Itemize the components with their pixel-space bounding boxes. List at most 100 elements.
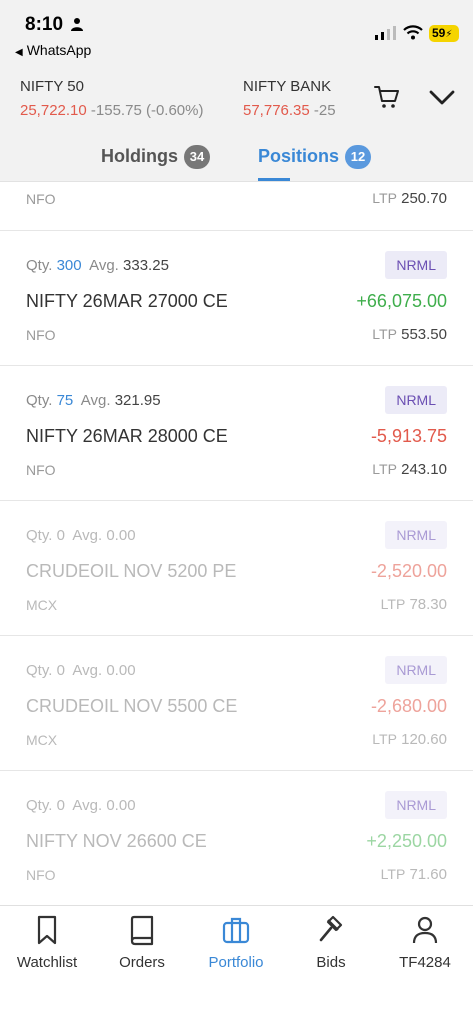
holdings-count-badge: 34	[184, 145, 210, 169]
index-nifty-50[interactable]: NIFTY 50 25,722.10 -155.75 (-0.60%)	[20, 78, 203, 119]
product-badge: NRML	[385, 521, 447, 549]
nav-account[interactable]: TF4284	[378, 914, 472, 971]
index-change: -25	[313, 102, 336, 119]
qty-value: 0	[56, 662, 65, 679]
nav-label: Portfolio	[208, 954, 264, 971]
ltp-value: 243.10	[401, 461, 447, 478]
book-icon	[130, 915, 154, 946]
qty-avg: Qty. 0 Avg. 0.00	[26, 797, 136, 814]
exchange: NFO	[26, 462, 56, 478]
pnl-value: -2,680.00	[370, 696, 447, 716]
list-item[interactable]: Qty. 0 Avg. 0.00 NRML CRUDEOIL NOV 5200 …	[0, 501, 473, 636]
wifi-icon	[403, 25, 423, 40]
nav-bids[interactable]: Bids	[284, 914, 378, 971]
person-icon	[71, 18, 83, 31]
back-app-label: WhatsApp	[26, 42, 92, 58]
avg-value: 0.00	[106, 527, 136, 544]
qty-value: 0	[56, 797, 65, 814]
index-name: NIFTY 50	[20, 78, 84, 95]
bookmark-icon	[37, 915, 57, 945]
pnl-value: -5,913.75	[370, 426, 447, 446]
tab-holdings[interactable]: Holdings 34	[101, 145, 210, 169]
avg-value: 321.95	[114, 392, 161, 409]
list-item[interactable]: Qty. 0 Avg. 0.00 NRML NIFTY NOV 26600 CE…	[0, 771, 473, 905]
ltp: LTP 250.70	[372, 190, 447, 207]
product-badge: NRML	[385, 251, 447, 279]
ltp: LTP 553.50	[372, 326, 447, 343]
instrument-symbol: CRUDEOIL NOV 5200 PE	[26, 561, 237, 581]
nav-orders[interactable]: Orders	[95, 914, 189, 971]
list-item[interactable]: NFO LTP 250.70	[0, 183, 473, 231]
positions-count-badge: 12	[345, 145, 372, 169]
qty-value: 0	[56, 527, 65, 544]
battery-icon: 59⚡	[429, 25, 459, 42]
qty-avg: Qty. 0 Avg. 0.00	[26, 662, 136, 679]
ltp-value: 71.60	[409, 866, 447, 883]
nav-label: Watchlist	[16, 954, 78, 971]
ltp: LTP 243.10	[372, 461, 447, 478]
tab-positions[interactable]: Positions 12	[258, 145, 372, 169]
instrument-symbol: NIFTY NOV 26600 CE	[26, 831, 207, 851]
nav-label: Orders	[119, 954, 165, 971]
ltp-label: LTP	[372, 190, 397, 206]
battery-level: 59	[432, 26, 446, 40]
instrument-symbol: NIFTY 26MAR 28000 CE	[26, 426, 228, 446]
pnl-value: -2,520.00	[370, 561, 447, 581]
list-item[interactable]: Qty. 0 Avg. 0.00 NRML CRUDEOIL NOV 5500 …	[0, 636, 473, 771]
cart-icon[interactable]	[373, 83, 401, 111]
user-icon	[412, 916, 438, 944]
ltp-value: 120.60	[401, 731, 447, 748]
qty-avg: Qty. 300 Avg. 333.25	[26, 257, 169, 274]
nav-watchlist[interactable]: Watchlist	[0, 914, 94, 971]
positions-list[interactable]: NFO LTP 250.70 Qty. 300 Avg. 333.25 NRML…	[0, 183, 473, 905]
active-tab-indicator	[258, 178, 290, 181]
exchange: MCX	[26, 732, 58, 748]
ltp-value: 78.30	[409, 596, 447, 613]
exchange: NFO	[26, 191, 56, 207]
exchange: NFO	[26, 867, 56, 883]
index-value: 25,722.10	[20, 102, 87, 119]
qty-avg: Qty. 0 Avg. 0.00	[26, 527, 136, 544]
back-arrow-icon: ◀	[15, 47, 23, 58]
index-change: -155.75 (-0.60%)	[90, 102, 204, 119]
avg-value: 0.00	[106, 662, 136, 679]
ltp: LTP 78.30	[380, 596, 447, 613]
clock: 8:10	[25, 14, 64, 35]
qty-avg: Qty. 75 Avg. 321.95	[26, 392, 161, 409]
nav-label: Bids	[316, 954, 346, 971]
list-item[interactable]: Qty. 75 Avg. 321.95 NRML NIFTY 26MAR 280…	[0, 366, 473, 501]
list-item[interactable]: Qty. 300 Avg. 333.25 NRML NIFTY 26MAR 27…	[0, 231, 473, 366]
portfolio-tabs: Holdings 34 Positions 12	[0, 128, 473, 182]
ltp: LTP 120.60	[372, 731, 447, 748]
briefcase-icon	[222, 917, 250, 944]
pnl-value: +66,075.00	[356, 291, 447, 311]
qty-value: 300	[56, 257, 82, 274]
gavel-icon	[319, 915, 343, 942]
index-value: 57,776.35	[243, 102, 310, 119]
ltp-value: 250.70	[401, 190, 447, 207]
bottom-navigation: Watchlist Orders Portfolio Bids TF4284	[0, 905, 473, 1024]
product-badge: NRML	[385, 386, 447, 414]
index-nifty-bank[interactable]: NIFTY BANK 57,776.35 -25	[243, 78, 355, 119]
nav-label: TF4284	[399, 954, 451, 971]
ltp-value: 553.50	[401, 326, 447, 343]
instrument-symbol: CRUDEOIL NOV 5500 CE	[26, 696, 238, 716]
pnl-value: +2,250.00	[366, 831, 447, 851]
exchange: NFO	[26, 327, 56, 343]
chevron-down-icon[interactable]	[427, 85, 457, 109]
avg-value: 333.25	[123, 257, 169, 274]
tab-label: Positions	[258, 146, 340, 166]
avg-value: 0.00	[106, 797, 136, 814]
ltp: LTP 71.60	[380, 866, 447, 883]
product-badge: NRML	[385, 791, 447, 819]
qty-value: 75	[56, 392, 74, 409]
instrument-symbol: NIFTY 26MAR 27000 CE	[26, 291, 228, 311]
market-index-bar: NIFTY 50 25,722.10 -155.75 (-0.60%) NIFT…	[0, 66, 473, 128]
exchange: MCX	[26, 597, 58, 613]
product-badge: NRML	[385, 656, 447, 684]
index-name: NIFTY BANK	[243, 78, 332, 95]
cellular-signal-icon	[375, 26, 396, 40]
status-bar: 8:10 ◀ WhatsApp 59⚡	[0, 0, 473, 66]
back-to-app-link[interactable]: ◀ WhatsApp	[15, 42, 91, 58]
nav-portfolio[interactable]: Portfolio	[189, 914, 283, 971]
